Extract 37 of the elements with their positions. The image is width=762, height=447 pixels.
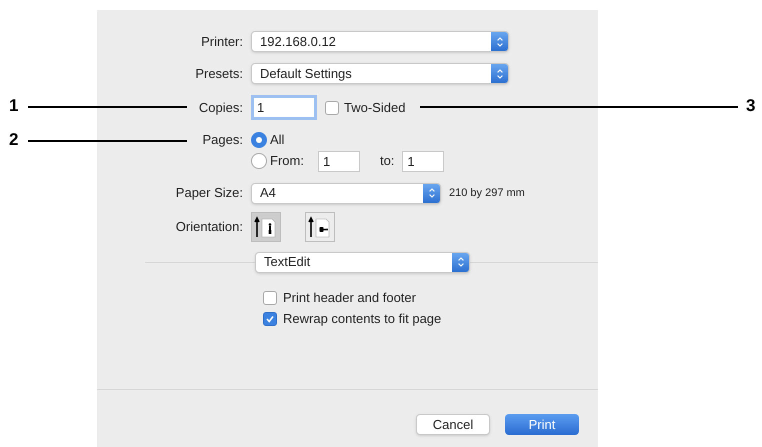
radio-label: From: — [270, 152, 304, 170]
field-label: Orientation: — [176, 218, 243, 236]
radio-button[interactable] — [251, 132, 267, 148]
field-label: to: — [380, 152, 394, 170]
from-field[interactable]: 1 — [318, 150, 360, 172]
stepper-icon — [452, 252, 469, 272]
stepper-icon — [491, 64, 508, 83]
stepper-icon — [491, 32, 508, 51]
cancel-button[interactable]: Cancel — [416, 414, 490, 435]
callout-number: 3 — [746, 96, 756, 116]
checkbox[interactable] — [263, 312, 277, 326]
checkmark-icon — [265, 314, 275, 324]
popup-button[interactable]: 192.168.0.12 — [251, 31, 509, 52]
checkbox-label: Two-Sided — [344, 98, 406, 117]
popup-button[interactable]: A4 — [251, 182, 441, 204]
field-label: Copies: — [198, 98, 243, 117]
popup-button[interactable]: TextEdit — [255, 252, 470, 272]
callout-number: 2 — [9, 130, 18, 150]
checkbox-label: Print header and footer — [283, 288, 416, 307]
paper-dimensions: 210 by 297 mm — [449, 186, 525, 201]
popup-button[interactable]: Default Settings — [251, 63, 509, 84]
radio-label: All — [270, 131, 284, 149]
radio-button[interactable] — [251, 153, 267, 169]
checkbox-label: Rewrap contents to fit page — [283, 310, 442, 328]
callout-number: 1 — [9, 96, 18, 116]
field-label: Pages: — [202, 131, 243, 149]
field-label: Paper Size: — [176, 184, 243, 202]
to-field[interactable]: 1 — [402, 150, 444, 172]
print-button[interactable]: Print — [505, 414, 579, 435]
copies-field[interactable]: 1 — [251, 95, 317, 120]
landscape-button[interactable] — [305, 212, 335, 242]
checkbox[interactable] — [263, 290, 277, 304]
field-label: Printer: — [201, 32, 243, 51]
field-label: Presets: — [195, 64, 243, 83]
portrait-button[interactable] — [251, 212, 281, 242]
stepper-icon — [423, 184, 440, 202]
checkbox[interactable] — [325, 100, 339, 114]
